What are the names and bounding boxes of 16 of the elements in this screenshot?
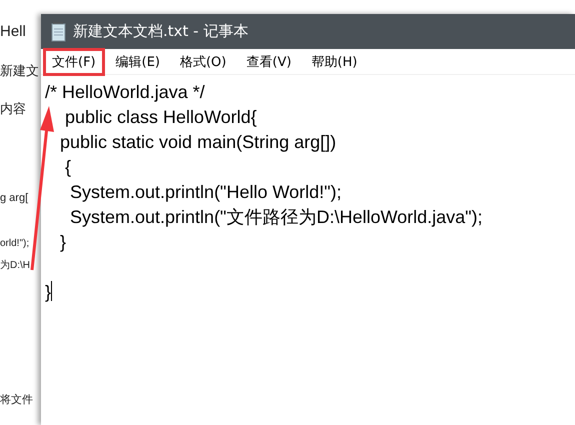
menu-item[interactable]: 查看(V) (237, 48, 300, 76)
menu-item[interactable]: 帮助(H) (302, 48, 366, 76)
document-text: 内容 (0, 102, 27, 118)
document-text: 将文件 (0, 392, 34, 408)
document-text: orld!"); (0, 237, 30, 251)
document-text: g arg[ (0, 191, 30, 206)
menu-item[interactable]: 编辑(E) (106, 48, 169, 76)
document-text: Hell (0, 24, 27, 40)
menu-item[interactable]: 格式(O) (170, 48, 236, 76)
text-cursor (51, 281, 52, 301)
menu-item[interactable]: 文件(F) (43, 48, 105, 76)
document-text: 新建文 (0, 64, 40, 80)
notepad-icon (51, 22, 67, 42)
text-editor[interactable]: /* HelloWorld.java */ public class HelloWorld{ public static void main(String arg[]) { System.out.println("Hello World!"); System.out.println("文件路径为D:\HelloWorld.java"); } } (41, 75, 575, 425)
document-text: 为D:\H (0, 258, 31, 273)
window-title: 新建文本文档.txt - 记事本 (73, 22, 248, 41)
